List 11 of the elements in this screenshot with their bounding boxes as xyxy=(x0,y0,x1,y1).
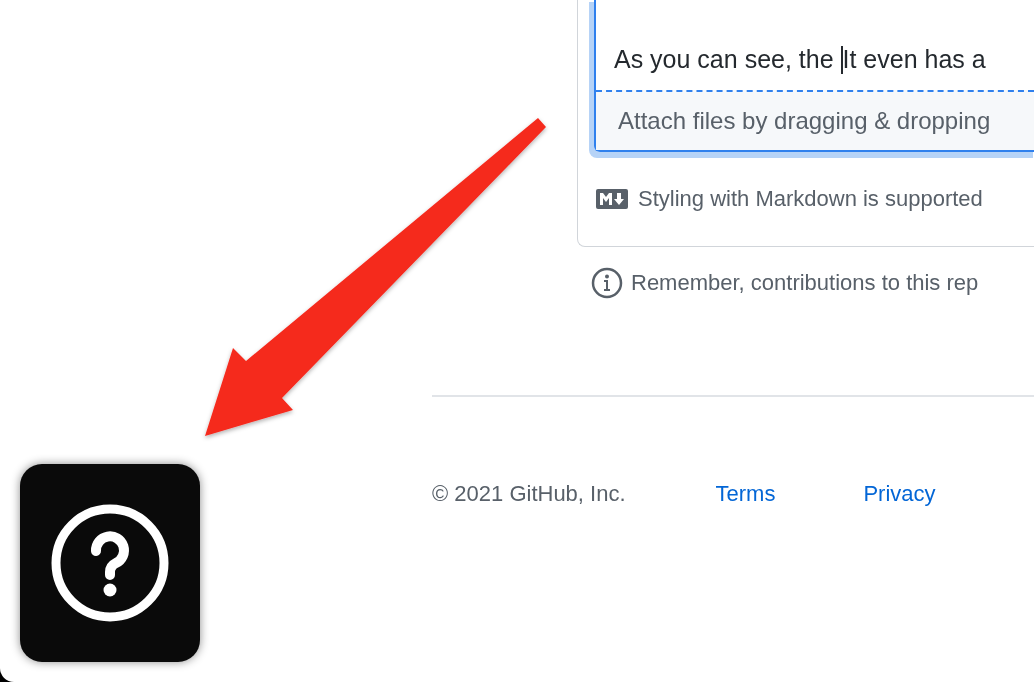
contribution-note: Remember, contributions to this rep xyxy=(631,270,979,296)
footer-link[interactable]: Terms xyxy=(715,481,776,507)
footer-link[interactable]: Privacy xyxy=(863,481,936,507)
comment-input[interactable]: As you can see, the It even has a xyxy=(596,0,1034,90)
help-button[interactable] xyxy=(20,464,200,662)
info-icon xyxy=(591,267,623,299)
help-icon xyxy=(51,504,169,622)
attach-files-bar[interactable]: Attach files by dragging & dropping xyxy=(596,90,1034,150)
markdown-note: Styling with Markdown is supported xyxy=(638,186,983,212)
markdown-icon xyxy=(596,189,628,209)
copyright-text: © 2021 GitHub, Inc. xyxy=(432,481,626,507)
